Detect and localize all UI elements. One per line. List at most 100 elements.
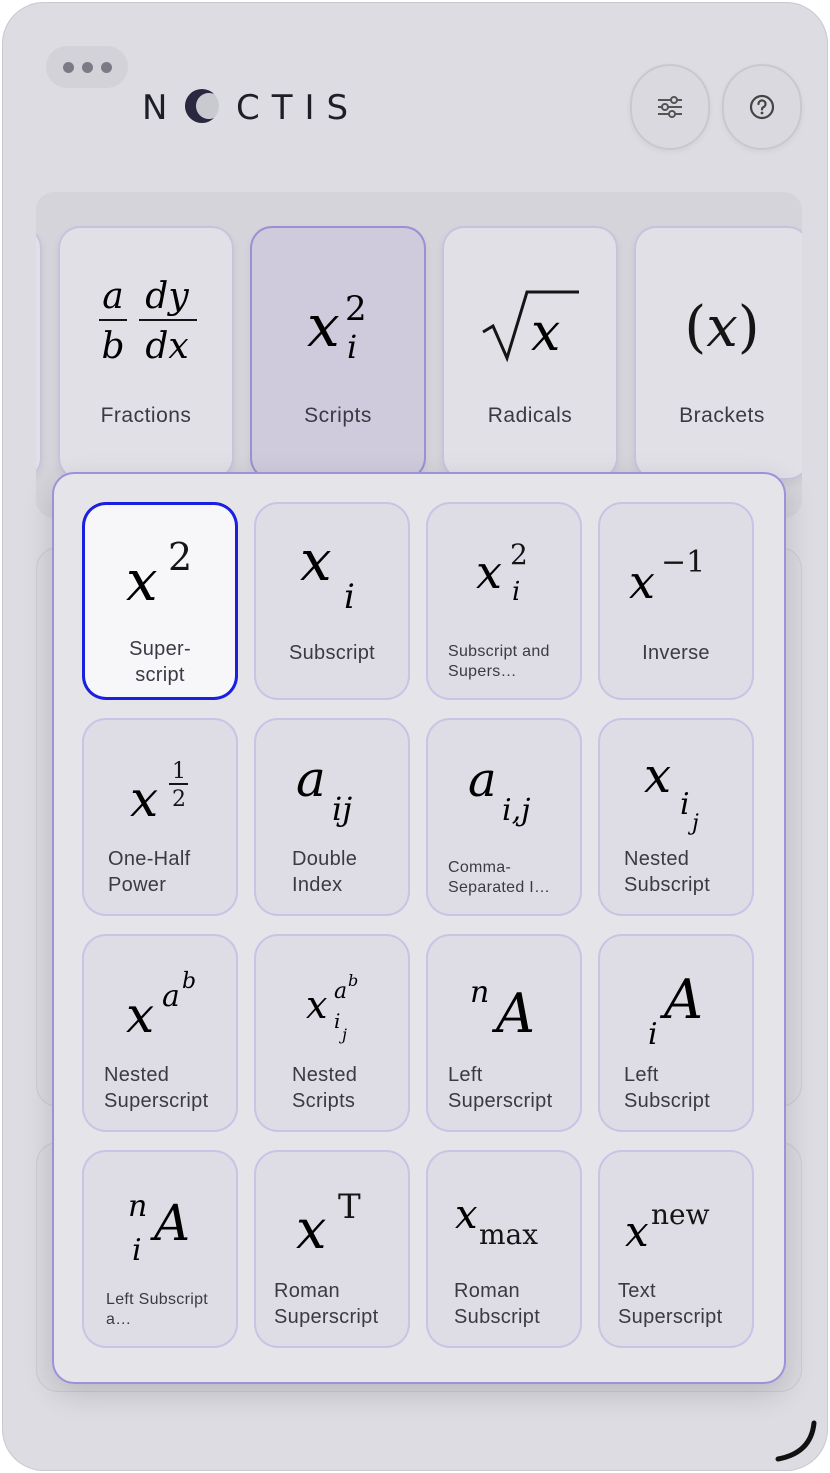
tile-subscript[interactable]: x i Subscript [254,502,410,700]
category-label: Fractions [100,404,192,427]
svg-text:i: i [512,577,520,607]
tile-label: Super- script [129,638,191,686]
category-radicals[interactable]: x Radicals [442,226,618,480]
left-sub-superscript-symbol: n i A [82,1162,238,1274]
sliders-icon [658,96,682,118]
category-scripts[interactable]: x 2 i Scripts [250,226,426,480]
svg-text:A: A [491,982,535,1045]
comma-separated-index-symbol: a i,j [426,730,582,842]
svg-text:(x): (x) [684,295,759,360]
svg-text:i: i [680,787,690,822]
tile-label: Roman Superscript [274,1280,379,1328]
tile-nested-subscript[interactable]: x i j Nested Subscript [598,718,754,916]
nested-scripts-symbol: x a b i j [254,946,410,1058]
category-strip: a b dy dx Fractions x 2 i Scripts x Radi… [36,192,802,518]
tile-label: Subscript and Supers… [448,643,550,680]
svg-text:1: 1 [172,759,186,784]
tile-left-superscript[interactable]: n A Left Superscript [426,934,582,1132]
tile-label: Left Superscript [448,1064,553,1112]
category-card-partial[interactable] [36,226,42,480]
svg-text:−1: −1 [661,545,705,580]
category-brackets[interactable]: (x) Brackets [634,226,802,480]
help-circle-icon [749,94,775,120]
svg-text:a: a [334,979,347,1004]
svg-text:n: n [470,975,489,1010]
tile-text-superscript[interactable]: x new Text Superscript [598,1150,754,1348]
tile-label: Comma-Separated I… [448,859,551,896]
tile-roman-superscript[interactable]: x T Roman Superscript [254,1150,410,1348]
scripts-symbol: x 2 i [250,256,426,386]
settings-button[interactable] [630,64,710,150]
sub-superscript-symbol: x 2 i [426,514,582,626]
tile-left-subscript-and-superscript[interactable]: n i A Left Subscript a… [82,1150,238,1348]
app-logo: N CTIS [142,86,372,128]
nested-subscript-symbol: x i j [598,730,754,842]
tile-nested-superscript[interactable]: x a b Nested Superscript [82,934,238,1132]
svg-text:a: a [102,276,123,317]
svg-text:2: 2 [172,787,186,812]
tile-one-half-power[interactable]: x 1 2 One-Half Power [82,718,238,916]
category-fractions[interactable]: a b dy dx Fractions [58,226,234,480]
scripts-panel: x 2 Super- script x i Subscript x 2 i Su… [52,472,786,1384]
dot-icon [62,61,74,73]
svg-text:2: 2 [510,538,528,571]
svg-text:x: x [130,770,158,828]
svg-text:i: i [347,328,357,366]
left-subscript-symbol: i A [598,946,754,1058]
svg-text:x: x [300,529,332,594]
category-label: Radicals [487,404,573,427]
dot-icon [100,61,112,73]
svg-text:i: i [344,577,355,617]
more-options-button[interactable] [46,46,128,88]
radical-symbol: x [442,256,618,386]
svg-text:A: A [150,1194,190,1252]
text-superscript-symbol: x new [598,1162,754,1274]
svg-text:2: 2 [345,289,367,329]
svg-text:ij: ij [332,790,352,828]
svg-text:2: 2 [168,535,192,579]
svg-text:max: max [479,1218,538,1251]
svg-text:x: x [307,292,340,360]
svg-text:i: i [334,1009,340,1033]
tile-label: Double Index [292,848,358,896]
inverse-symbol: x −1 [598,514,754,626]
dot-icon [81,61,93,73]
svg-text:dx: dx [145,326,188,367]
left-superscript-symbol: n A [426,946,582,1058]
svg-text:n: n [128,1189,147,1224]
svg-text:x: x [625,1207,649,1256]
tile-label: Roman Subscript [454,1280,541,1328]
tile-label: Nested Scripts [292,1064,358,1112]
svg-text:N: N [142,88,167,128]
one-half-power-symbol: x 1 2 [82,730,238,842]
tile-superscript[interactable]: x 2 Super- script [82,502,238,700]
svg-text:T: T [338,1187,361,1227]
tile-roman-subscript[interactable]: x max Roman Subscript [426,1150,582,1348]
tile-comma-separated-index[interactable]: a i,j Comma-Separated I… [426,718,582,916]
svg-text:b: b [348,971,358,990]
tile-label: Left Subscript a… [106,1291,209,1328]
svg-text:b: b [182,969,196,994]
svg-text:x: x [296,1198,326,1261]
tile-inverse[interactable]: x −1 Inverse [598,502,754,700]
tile-label: Subscript [288,642,376,664]
tile-nested-scripts[interactable]: x a b i j Nested Scripts [254,934,410,1132]
roman-subscript-symbol: x max [426,1162,582,1274]
tile-left-subscript[interactable]: i A Left Subscript [598,934,754,1132]
app-window: N CTIS a b dy dx Fractions x 2 i Scripts… [2,2,828,1471]
resize-handle-icon[interactable] [774,1419,818,1463]
svg-text:x: x [531,303,560,363]
superscript-symbol: x 2 [82,514,238,626]
fraction-symbol: a b dy dx [58,256,234,386]
svg-text:x: x [629,555,655,609]
svg-text:x: x [455,1192,478,1238]
tile-double-index[interactable]: a ij Double Index [254,718,410,916]
tile-subscript-and-superscript[interactable]: x 2 i Subscript and Supers… [426,502,582,700]
svg-text:i: i [132,1233,142,1268]
svg-text:CTIS: CTIS [236,88,360,128]
tile-label: Left Subscript [624,1064,711,1112]
nested-superscript-symbol: x a b [82,946,238,1058]
svg-text:x: x [126,986,154,1044]
tile-label: One-Half Power [108,848,191,896]
help-button[interactable] [722,64,802,150]
